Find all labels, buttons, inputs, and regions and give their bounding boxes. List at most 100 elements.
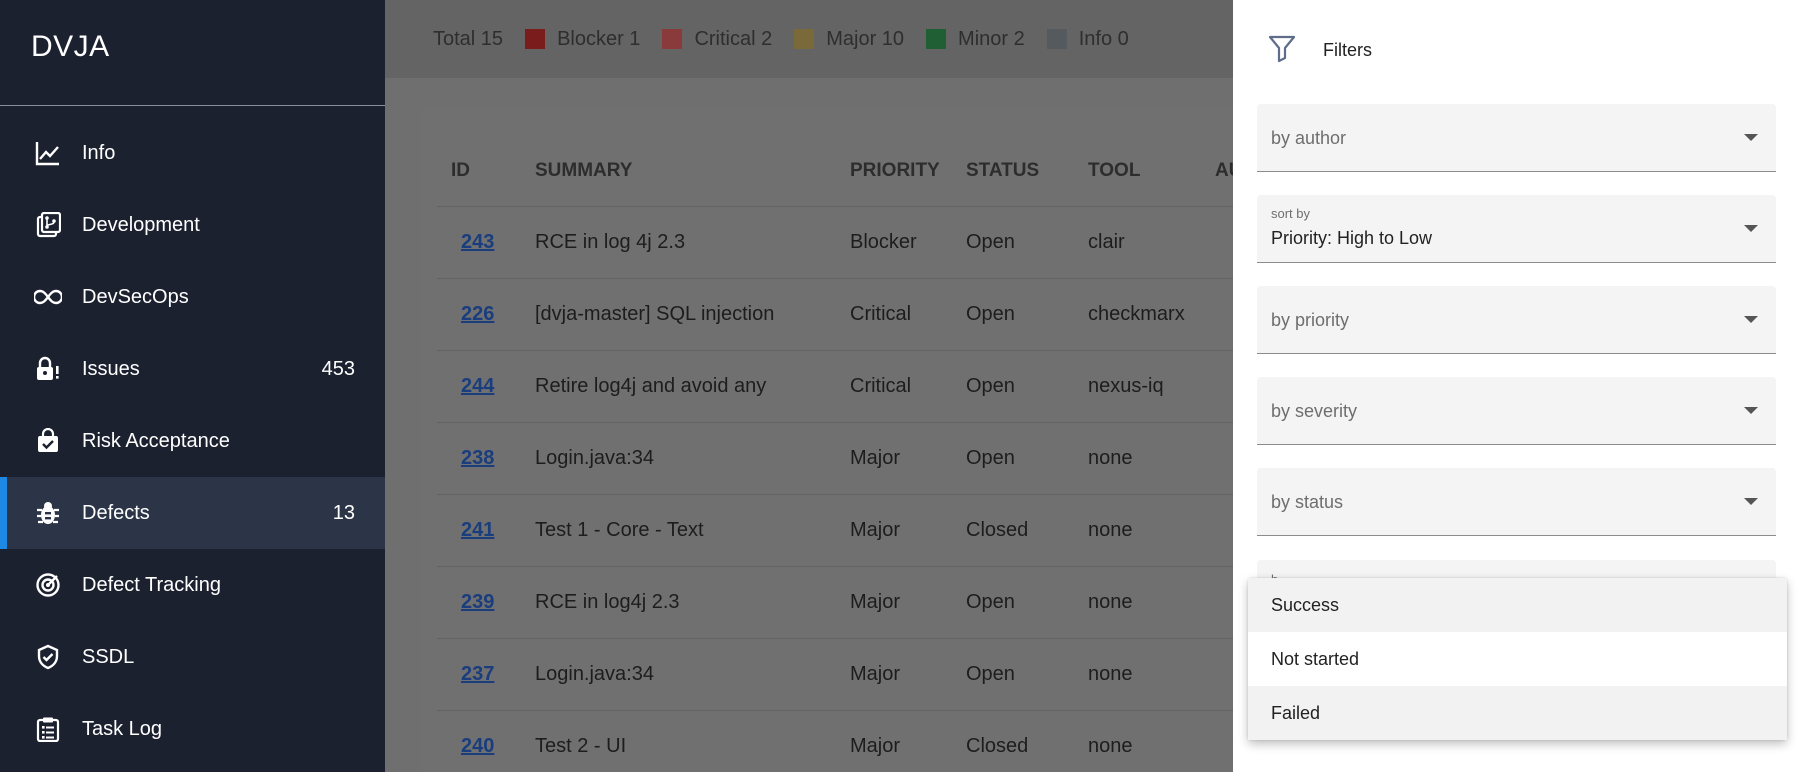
table-row[interactable]: 239 RCE in log4j 2.3 Major Open none: [437, 566, 1233, 638]
bug-icon: [34, 499, 62, 527]
defect-priority: Critical: [850, 375, 912, 397]
defect-summary: RCE in log4j 2.3: [535, 591, 680, 613]
filter-icon[interactable]: [1267, 33, 1297, 68]
defect-priority: Major: [850, 447, 901, 469]
legend-item-info: Info 0: [1046, 27, 1129, 51]
column-header-tool[interactable]: TOOL: [1088, 160, 1140, 182]
legend-label: Major 10: [826, 27, 905, 50]
defect-id-link[interactable]: 243: [461, 231, 494, 254]
legend-item-minor: Minor 2: [926, 28, 1025, 51]
sidebar-item-devsecops[interactable]: DevSecOps: [0, 261, 385, 333]
defect-id-link[interactable]: 237: [461, 663, 494, 686]
clipboard-list-icon: [34, 715, 62, 743]
defect-tool: none: [1088, 447, 1133, 469]
filters-header: Filters: [1233, 0, 1800, 100]
defect-tool: none: [1088, 735, 1133, 757]
sidebar-item-defect-tracking[interactable]: Defect Tracking: [0, 549, 385, 621]
defect-status: Closed: [966, 735, 1029, 757]
sidebar-item-defects[interactable]: Defects 13: [0, 477, 385, 549]
dropdown-option-success[interactable]: Success: [1248, 578, 1787, 632]
defect-tool: none: [1088, 591, 1133, 613]
defect-tool: checkmarx: [1088, 303, 1185, 325]
defect-id-link[interactable]: 226: [461, 303, 494, 326]
defect-tool: none: [1088, 519, 1133, 541]
infinity-icon: [34, 283, 62, 311]
sidebar-item-label: Issues: [82, 357, 140, 380]
sidebar-item-info[interactable]: Info: [0, 117, 385, 189]
state-filter-dropdown: Success Not started Failed: [1248, 578, 1787, 740]
defect-priority: Critical: [850, 303, 912, 325]
table-row[interactable]: 226 [dvja-master] SQL injection Critical…: [437, 278, 1233, 350]
dropdown-option-failed[interactable]: Failed: [1248, 686, 1787, 740]
defects-count: 13: [332, 501, 355, 524]
priority-filter-select[interactable]: by priority: [1257, 286, 1776, 354]
defect-priority: Major: [850, 735, 901, 757]
legend-swatch: [794, 29, 815, 49]
lock-alert-icon: [34, 355, 62, 383]
table-row[interactable]: 244 Retire log4j and avoid any Critical …: [437, 350, 1233, 422]
status-filter-placeholder: by status: [1271, 492, 1344, 512]
app-brand[interactable]: DVJA: [0, 0, 385, 106]
defect-priority: Major: [850, 591, 901, 613]
defects-main: Total 15 Blocker 1 Critical 2 Major 10 M…: [385, 0, 1242, 772]
legend-label: Blocker 1: [557, 27, 641, 50]
sort-by-value: Priority: High to Low: [1271, 228, 1433, 248]
defect-summary: Retire log4j and avoid any: [535, 375, 767, 397]
defect-priority: Major: [850, 663, 901, 685]
defect-priority: Major: [850, 519, 901, 541]
legend-label: Critical 2: [694, 27, 773, 50]
defect-status: Open: [966, 447, 1015, 469]
defect-status: Closed: [966, 519, 1029, 541]
sidebar-item-task-log[interactable]: Task Log: [0, 693, 385, 765]
chevron-down-icon: [1744, 316, 1758, 323]
defect-summary: Test 2 - UI: [535, 735, 627, 757]
chevron-down-icon: [1744, 134, 1758, 141]
defect-status: Open: [966, 375, 1015, 397]
defect-status: Open: [966, 591, 1015, 613]
defect-summary: Test 1 - Core - Text: [535, 519, 704, 541]
legend-label: Minor 2: [958, 27, 1025, 50]
defect-id-link[interactable]: 240: [461, 735, 494, 758]
legend-total: Total 15: [433, 27, 504, 50]
dropdown-option-not-started[interactable]: Not started: [1248, 632, 1787, 686]
sidebar-item-label: Task Log: [82, 717, 163, 740]
severity-filter-select[interactable]: by severity: [1257, 377, 1776, 445]
table-row[interactable]: 243 RCE in log 4j 2.3 Blocker Open clair: [437, 206, 1233, 278]
defect-id-link[interactable]: 239: [461, 591, 494, 614]
legend-swatch: [1046, 29, 1067, 49]
sidebar-item-label: Defect Tracking: [82, 573, 221, 596]
defect-id-link[interactable]: 238: [461, 447, 494, 470]
column-header-priority[interactable]: PRIORITY: [850, 160, 940, 182]
radar-icon: [34, 571, 62, 599]
table-body: 243 RCE in log 4j 2.3 Blocker Open clair…: [437, 206, 1233, 772]
table-row[interactable]: 238 Login.java:34 Major Open none: [437, 422, 1233, 494]
sidebar-item-issues[interactable]: Issues 453: [0, 333, 385, 405]
sidebar-item-development[interactable]: Development: [0, 189, 385, 261]
shield-check-bag-icon: [34, 427, 62, 455]
defect-id-link[interactable]: 244: [461, 375, 494, 398]
sidebar-item-risk-acceptance[interactable]: Risk Acceptance: [0, 405, 385, 477]
table-row[interactable]: 237 Login.java:34 Major Open none: [437, 638, 1233, 710]
defect-status: Open: [966, 303, 1015, 325]
source-branch-icon: [34, 211, 62, 239]
column-header-status[interactable]: STATUS: [966, 160, 1039, 182]
author-filter-select[interactable]: by author: [1257, 104, 1776, 172]
chevron-down-icon: [1744, 225, 1758, 232]
table-row[interactable]: 241 Test 1 - Core - Text Major Closed no…: [437, 494, 1233, 566]
sidebar-item-label: Development: [82, 213, 200, 236]
defect-id-link[interactable]: 241: [461, 519, 494, 542]
column-header-summary[interactable]: SUMMARY: [535, 160, 632, 182]
author-filter-placeholder: by author: [1271, 128, 1347, 148]
sidebar-item-ssdl[interactable]: SSDL: [0, 621, 385, 693]
defect-tool: clair: [1088, 231, 1125, 253]
severity-legend: Total 15 Blocker 1 Critical 2 Major 10 M…: [385, 0, 1233, 78]
sort-by-select[interactable]: sort by Priority: High to Low: [1257, 195, 1776, 263]
column-header-id[interactable]: ID: [451, 160, 470, 182]
legend-label: Info 0: [1078, 27, 1129, 50]
table-header: ID SUMMARY PRIORITY STATUS TOOL AU: [421, 142, 1242, 202]
defect-summary: Login.java:34: [535, 663, 654, 685]
legend-swatch: [926, 29, 947, 49]
sort-by-label: sort by: [1271, 206, 1311, 221]
table-row[interactable]: 240 Test 2 - UI Major Closed none: [437, 710, 1233, 772]
status-filter-select[interactable]: by status: [1257, 468, 1776, 536]
